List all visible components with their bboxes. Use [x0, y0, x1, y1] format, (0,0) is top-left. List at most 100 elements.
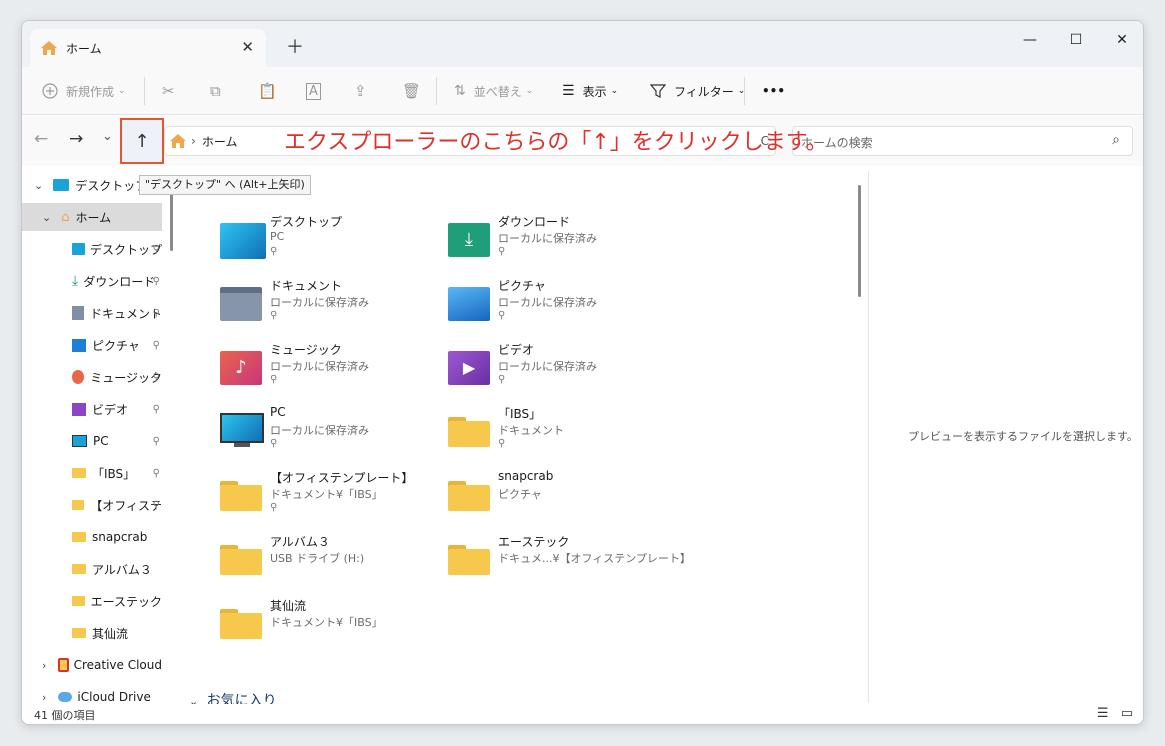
item-location: ドキュメント¥「IBS」 — [270, 616, 383, 629]
folder-icon — [72, 532, 86, 542]
minimize-button[interactable]: — — [1010, 27, 1050, 53]
folder-icon — [448, 475, 496, 515]
details-view-icon[interactable]: ☰ — [1097, 706, 1109, 721]
new-button[interactable]: 新規作成 ⌄ — [42, 79, 126, 103]
recent-locations-button[interactable]: ⌄ — [102, 129, 113, 144]
quick-access-item[interactable]: エーステック ドキュメ...¥【オフィステンプレート】 — [440, 533, 691, 593]
explorer-window: ホーム ✕ ＋ — ☐ ✕ 新規作成 ⌄ ✂ ⧉ 📋 A ⇪ 🗑 ⇅ 並べ替え … — [21, 20, 1144, 725]
sort-label: 並べ替え — [473, 84, 522, 99]
sidebar-item-creative-cloud[interactable]: › Creative Cloud — [22, 651, 162, 679]
share-button[interactable]: ⇪ — [354, 79, 367, 103]
back-button[interactable]: ← — [34, 129, 48, 149]
videos-icon — [72, 402, 86, 416]
annotation-text: エクスプローラーのこちらの「↑」をクリックします。 — [284, 130, 828, 155]
creative-cloud-icon — [58, 658, 69, 672]
tab-title: ホーム — [66, 41, 102, 56]
item-name: ドキュメント — [270, 279, 343, 293]
sidebar-item-desktop[interactable]: デスクトップ ⚲ — [22, 235, 162, 263]
quick-access-item[interactable]: 「IBS」 ドキュメント ⚲ — [440, 405, 660, 465]
folder-icon — [72, 596, 85, 606]
more-options-button[interactable]: ••• — [762, 79, 785, 103]
quick-access-item[interactable]: snapcrab ピクチャ — [440, 469, 660, 529]
arrow-up-icon: ↑ — [134, 130, 150, 152]
tiles-view-icon[interactable]: ▭ — [1121, 706, 1133, 721]
pin-icon: ⚲ — [270, 502, 278, 513]
filter-label: フィルター — [674, 84, 734, 99]
maximize-button[interactable]: ☐ — [1056, 27, 1096, 53]
sidebar-item-folder[interactable]: snapcrab — [22, 523, 162, 551]
view-toggle: ☰ ▭ — [1097, 706, 1133, 721]
item-location: ドキュメ...¥【オフィステンプレート】 — [498, 552, 691, 565]
sidebar-item-label: デスクトップ — [89, 242, 162, 257]
folder-icon — [220, 603, 268, 643]
sidebar-item-downloads[interactable]: ⤓ ダウンロード ⚲ — [22, 267, 162, 295]
quick-access-item[interactable]: ⤓ ダウンロード ローカルに保存済み ⚲ — [440, 213, 660, 273]
quick-access-item[interactable]: ドキュメント ローカルに保存済み ⚲ — [212, 277, 432, 337]
chevron-down-icon: ⌄ — [118, 86, 126, 96]
sidebar-item-folder[interactable]: 【オフィステ ⚲ — [22, 491, 162, 519]
item-location: ドキュメント¥「IBS」 — [270, 488, 383, 501]
view-button[interactable]: ☰ 表示 ⌄ — [562, 79, 618, 103]
forward-button[interactable]: → — [69, 129, 83, 149]
folder-icon — [72, 628, 86, 638]
view-list-icon: ☰ — [562, 83, 575, 99]
new-label: 新規作成 — [66, 84, 115, 99]
sidebar-item-music[interactable]: ミュージック ⚲ — [22, 363, 162, 391]
sidebar-item-folder[interactable]: 「IBS」 ⚲ — [22, 459, 162, 487]
music-icon — [72, 370, 85, 384]
home-icon: ⌂ — [61, 209, 70, 225]
close-button[interactable]: ✕ — [1102, 27, 1142, 53]
filter-icon — [650, 84, 666, 98]
item-location: ローカルに保存済み — [270, 360, 369, 373]
folder-icon — [220, 475, 268, 515]
item-name: 「IBS」 — [498, 407, 542, 421]
chevron-down-icon: ⌄ — [42, 210, 52, 224]
quick-access-item[interactable]: アルバム３ USB ドライブ (H:) — [212, 533, 432, 593]
filter-button[interactable]: フィルター ⌄ — [650, 79, 745, 103]
chevron-down-icon: ⌄ — [34, 178, 44, 192]
sidebar-item-folder[interactable]: 其仙流 — [22, 619, 162, 647]
quick-access-item[interactable]: PC ローカルに保存済み ⚲ — [212, 405, 432, 465]
sidebar-item-videos[interactable]: ビデオ ⚲ — [22, 395, 162, 423]
item-name: ダウンロード — [498, 215, 571, 229]
sort-button[interactable]: ⇅ 並べ替え ⌄ — [454, 79, 533, 103]
chevron-down-icon: ⌄ — [525, 86, 534, 96]
breadcrumb-home[interactable]: ホーム — [202, 133, 238, 150]
sidebar-item-label: PC — [93, 434, 109, 448]
paste-button[interactable]: 📋 — [258, 79, 277, 103]
sidebar-item-home[interactable]: ⌄ ⌂ ホーム — [22, 203, 162, 231]
preview-divider — [868, 171, 869, 703]
quick-access-item[interactable]: ピクチャ ローカルに保存済み ⚲ — [440, 277, 660, 337]
sidebar-item-label: ミュージック — [90, 370, 162, 385]
tab-home[interactable]: ホーム ✕ — [30, 29, 266, 67]
quick-access-item[interactable]: 【オフィステンプレート】 ドキュメント¥「IBS」 ⚲ — [212, 469, 432, 529]
item-name: ビデオ — [498, 343, 535, 357]
sidebar-item-label: 「IBS」 — [92, 466, 136, 481]
quick-access-item[interactable]: 其仙流 ドキュメント¥「IBS」 — [212, 597, 432, 657]
videos-icon: ▶ — [448, 347, 496, 387]
delete-button[interactable]: 🗑 — [402, 79, 421, 103]
sidebar-item-folder[interactable]: エーステック — [22, 587, 162, 615]
sidebar-item-pictures[interactable]: ピクチャ ⚲ — [22, 331, 162, 359]
tab-close-button[interactable]: ✕ — [241, 38, 254, 56]
pin-icon: ⚲ — [152, 243, 160, 255]
search-box[interactable]: ホームの検索 ⌕ — [792, 126, 1133, 156]
sidebar-item-label: アルバム３ — [92, 562, 152, 577]
plus-circle-icon — [42, 83, 58, 99]
quick-access-item[interactable]: ♪ ミュージック ローカルに保存済み ⚲ — [212, 341, 432, 401]
copy-button[interactable]: ⧉ — [210, 79, 221, 103]
rename-button[interactable]: A — [306, 79, 321, 103]
title-bar: ホーム ✕ ＋ — ☐ ✕ — [22, 21, 1143, 67]
quick-access-item[interactable]: デスクトップ PC ⚲ — [212, 213, 432, 273]
sidebar-item-documents[interactable]: ドキュメント ⚲ — [22, 299, 162, 327]
item-location: ローカルに保存済み — [270, 296, 369, 309]
quick-access-item[interactable]: ▶ ビデオ ローカルに保存済み ⚲ — [440, 341, 660, 401]
sidebar-item-label: ホーム — [75, 210, 112, 225]
cut-button[interactable]: ✂ — [162, 79, 175, 103]
new-tab-button[interactable]: ＋ — [286, 33, 304, 59]
main-scrollbar[interactable] — [858, 185, 861, 297]
up-button[interactable]: ↑ — [120, 118, 164, 164]
sidebar-item-folder[interactable]: アルバム３ — [22, 555, 162, 583]
desktop-icon — [53, 179, 70, 191]
sidebar-item-pc[interactable]: PC ⚲ — [22, 427, 162, 455]
